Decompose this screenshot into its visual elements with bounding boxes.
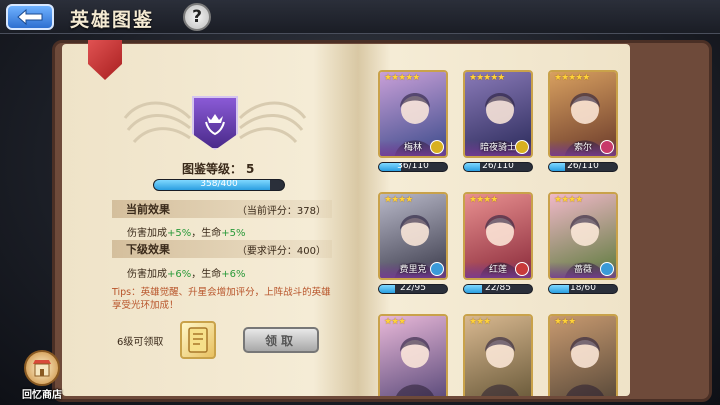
hero-stars: ★★★★★ xyxy=(384,73,420,83)
scroll-reward-icon xyxy=(188,327,208,353)
next-effect-title: 下级效果 xyxy=(126,243,170,256)
crown-laurel-icon xyxy=(205,114,225,136)
hero-shard-progress: 18/60 xyxy=(548,284,618,294)
hero-card[interactable]: ★★★★ 蔷薇 xyxy=(548,192,618,280)
hero-silhouette-icon xyxy=(566,337,604,396)
back-button[interactable] xyxy=(6,4,54,30)
next-effect-header: 下级效果 （要求评分：400） xyxy=(112,240,332,258)
hero-shard-text: 26/110 xyxy=(567,162,599,171)
hero-card[interactable]: ★★★★★ 梅林 xyxy=(378,70,448,158)
back-arrow-icon xyxy=(17,8,43,26)
codex-progress-text: 358/400 xyxy=(200,179,238,189)
hero-shard-progress: 26/110 xyxy=(548,162,618,172)
stat-text: 伤害加成 xyxy=(127,269,167,280)
hero-shard-text: 18/60 xyxy=(570,284,596,293)
hero-class-icon xyxy=(430,262,444,276)
hero-shard-text: 22/85 xyxy=(485,284,511,293)
tips-text: Tips：英雄觉醒、升星会增加评分，上阵战斗的英雄享受光环加成！ xyxy=(112,287,331,311)
hero-shard-progress: 36/110 xyxy=(378,162,448,172)
top-bar: 英雄图鉴 ? xyxy=(0,0,720,34)
hero-card[interactable]: ★★★ xyxy=(463,314,533,396)
codex-progress-bar: 358/400 xyxy=(153,179,285,191)
hero-class-icon xyxy=(600,140,614,154)
current-score: （当前评分：378） xyxy=(236,205,326,217)
hero-shard-text: 26/110 xyxy=(482,162,514,171)
hero-stars: ★★★ xyxy=(384,317,406,327)
hero-class-icon xyxy=(430,140,444,154)
hero-stars: ★★★ xyxy=(554,317,576,327)
stat-text: ，生命 xyxy=(191,228,222,239)
hero-shard-text: 22/95 xyxy=(400,284,426,293)
shop-awning-icon xyxy=(33,360,51,377)
stat-value: +6% xyxy=(167,269,192,280)
stat-value: +5% xyxy=(221,228,246,239)
codex-level-value: 5 xyxy=(246,162,255,176)
hero-class-icon xyxy=(600,262,614,276)
required-score: （要求评分：400） xyxy=(236,245,326,257)
claim-button[interactable]: 领取 xyxy=(243,327,319,353)
page-title: 英雄图鉴 xyxy=(70,9,155,31)
claim-requirement: 6级可领取 xyxy=(117,337,164,348)
next-effect-stats: 伤害加成+6%，生命+6% xyxy=(127,265,246,280)
codex-level: 图鉴等级： 5 xyxy=(182,160,258,177)
hero-card[interactable]: ★★★★ 红莲 xyxy=(463,192,533,280)
hero-card[interactable]: ★★★★★ 暗夜骑士 xyxy=(463,70,533,158)
hero-shard-text: 36/110 xyxy=(397,162,429,171)
hero-card[interactable]: ★★★★★ 索尔 xyxy=(548,70,618,158)
hero-silhouette-icon xyxy=(481,337,519,396)
current-effect-header: 当前效果 （当前评分：378） xyxy=(112,200,332,218)
hero-class-icon xyxy=(515,140,529,154)
hero-stars: ★★★ xyxy=(469,317,491,327)
stat-value: +6% xyxy=(221,269,246,280)
current-effect-stats: 伤害加成+5%，生命+5% xyxy=(127,224,246,239)
hero-stars: ★★★★★ xyxy=(469,73,505,83)
memory-shop-button[interactable]: 回忆商店 xyxy=(20,350,64,402)
hero-stars: ★★★★★ xyxy=(554,73,590,83)
hero-class-icon xyxy=(515,262,529,276)
hero-silhouette-icon xyxy=(396,337,434,396)
hero-stars: ★★★★ xyxy=(469,195,498,205)
shop-icon xyxy=(24,350,60,386)
stat-text: 伤害加成 xyxy=(127,228,167,239)
help-button[interactable]: ? xyxy=(183,3,211,31)
hero-grid: ★★★★★ 梅林 36/110 ★★★★★ 暗夜骑士 26/110 ★★★★★ 索尔 26/11… xyxy=(358,44,630,396)
hero-stars: ★★★★ xyxy=(384,195,413,205)
shop-label: 回忆商店 xyxy=(22,390,62,401)
stat-value: +5% xyxy=(167,228,192,239)
current-effect-title: 当前效果 xyxy=(126,203,170,216)
stat-text: ，生命 xyxy=(191,269,222,280)
hero-card[interactable]: ★★★★ 费里克 xyxy=(378,192,448,280)
codex-level-label: 图鉴等级： xyxy=(182,162,243,176)
hero-shard-progress: 22/85 xyxy=(463,284,533,294)
hero-stars: ★★★★ xyxy=(554,195,583,205)
hero-shard-progress: 22/95 xyxy=(378,284,448,294)
hero-card[interactable]: ★★★ xyxy=(548,314,618,396)
question-icon: ? xyxy=(192,7,202,27)
reward-item[interactable] xyxy=(180,321,216,359)
hero-card[interactable]: ★★★ xyxy=(378,314,448,396)
hero-shard-progress: 26/110 xyxy=(463,162,533,172)
